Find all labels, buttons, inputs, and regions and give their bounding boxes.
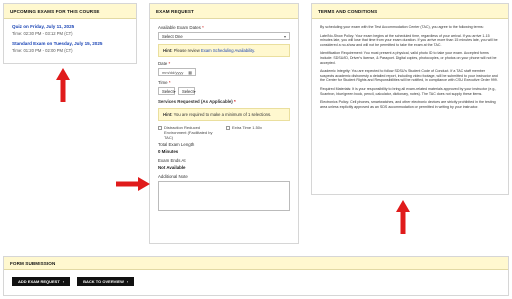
exam-request-title: Exam Request [150,4,298,19]
arrow-up-icon [396,200,410,234]
form-submission-panel: Form Submission Add Exam Request › Back t… [3,256,509,296]
checkbox-label: Extra Time 1.50x [232,125,263,130]
button-label: Back to Overview [83,279,124,284]
scheduling-availability-link[interactable]: Exam Scheduling Availability. [201,48,255,53]
exam-dates-label: Available Exam Dates * [158,25,204,30]
form-submission-title: Form Submission [4,257,508,270]
hint-prefix: Hint: [163,112,173,117]
chevron-down-icon: ▾ [283,33,286,39]
exam-dates-select[interactable]: Select One ▾ [158,32,290,40]
checkbox[interactable] [158,126,162,130]
date-label: Date * [158,61,171,66]
chevron-down-icon: ▾ [193,88,196,94]
time-label: Time * [158,80,171,85]
checkbox[interactable] [226,126,230,130]
terms-title: Terms and Conditions [312,4,508,19]
add-exam-request-button[interactable]: Add Exam Request › [12,277,71,286]
exam-entry: Quiz on Friday, July 11, 2025 Time: 02:3… [4,24,136,36]
calendar-icon[interactable]: ▦ [188,70,192,75]
upcoming-exams-panel: Upcoming exams for this course Quiz on F… [3,3,137,64]
date-input[interactable]: mm/dd/yyyy ▦ [158,68,196,76]
services-label: Services Requested (As Applicable) * [158,99,236,104]
hint-text: Please review [173,48,200,53]
time-hour-value: Select [162,88,174,94]
services-hint: Hint: You are required to make a minimum… [158,108,290,121]
chevron-down-icon: ▾ [173,88,176,94]
exam-entry: Standard Exam on Tuesday, July 15, 2025 … [4,41,136,53]
hint-text: You are required to make a minimum of 1 … [173,112,272,117]
time-hour-select[interactable]: Select ▾ [158,87,176,95]
exam-ends-value: Not Available [158,165,186,170]
arrow-right-icon [116,177,150,191]
exam-time: Time: 02:30 PM - 03:12 PM (CT) [12,31,73,36]
chevron-right-icon: › [62,279,65,284]
exam-link-quiz[interactable]: Quiz on Friday, July 11, 2025 [12,24,128,29]
extra-time-checkbox[interactable]: Extra Time 1.50x [226,125,286,140]
hint-prefix: Hint: [163,48,173,53]
distraction-reduced-checkbox[interactable]: Distraction Reduced Environment (Facilit… [158,125,218,140]
scheduling-hint: Hint: Please review Exam Scheduling Avai… [158,44,290,57]
exam-request-panel: Exam Request Available Exam Dates * Sele… [149,3,299,244]
date-placeholder: mm/dd/yyyy [162,69,184,75]
exam-time: Time: 01:20 PM - 02:00 PM (CT) [12,48,73,53]
terms-paragraph: Identification Requirement: You must pre… [320,51,497,65]
exam-link-standard[interactable]: Standard Exam on Tuesday, July 15, 2025 [12,41,128,46]
button-label: Add Exam Request [18,279,60,284]
terms-paragraph: Electronics Policy: Cell phones, smartwa… [320,100,496,109]
chevron-right-icon: › [126,279,129,284]
checkbox-label: Distraction Reduced Environment (Facilit… [164,125,213,140]
terms-paragraph: Required Materials: It is your responsib… [320,86,497,96]
time-minute-select[interactable]: Select ▾ [178,87,196,95]
time-minute-value: Select [182,88,194,94]
back-to-overview-button[interactable]: Back to Overview › [77,277,135,286]
exam-ends-label: Exam Ends At [158,158,186,163]
terms-paragraph: By scheduling your exam with the Test Ac… [320,25,484,29]
additional-note-label: Additional Note [158,174,188,179]
terms-panel: Terms and Conditions By scheduling your … [311,3,509,195]
exam-dates-value: Select One [162,33,183,39]
additional-note-input[interactable] [158,181,290,211]
terms-paragraph: Late/No-Show Policy: Your exam begins at… [320,33,498,47]
arrow-up-icon [56,68,70,102]
terms-paragraph: Academic Integrity: You are expected to … [320,69,498,83]
exam-length-label: Total Exam Length [158,142,195,147]
exam-length-value: 0 Minutes [158,149,179,154]
upcoming-exams-title: Upcoming exams for this course [4,4,136,19]
